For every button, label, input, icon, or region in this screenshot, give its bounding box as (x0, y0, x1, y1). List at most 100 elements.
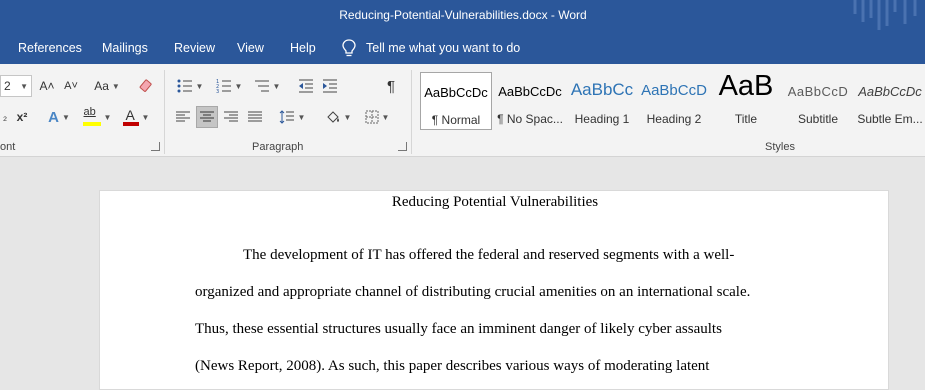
document-canvas: Reducing Potential Vulnerabilities The d… (0, 157, 925, 390)
style-subtle-emphasis[interactable]: AaBbCcDc Subtle Em... (854, 72, 925, 130)
multilevel-list-button[interactable]: ▼ (250, 75, 284, 97)
group-divider (164, 70, 165, 154)
chevron-down-icon: ▼ (234, 81, 243, 91)
tab-mailings[interactable]: Mailings (102, 41, 148, 55)
svg-text:3: 3 (216, 89, 219, 93)
text-effects-icon: A (48, 108, 59, 126)
align-left-button[interactable] (173, 106, 193, 128)
style-normal[interactable]: AaBbCcDc ¶ Normal (420, 72, 492, 130)
font-color-icon: A (122, 107, 139, 126)
bullets-icon (177, 79, 192, 93)
document-title: Reducing Potential Vulnerabilities (391, 194, 599, 210)
paragraph-line: The development of IT has offered the fe… (243, 247, 735, 263)
highlight-swatch (82, 122, 101, 126)
highlight-color-button[interactable]: ab ▼ (80, 106, 114, 128)
subscript-icon: ₂ (2, 111, 8, 123)
borders-button[interactable]: ▼ (360, 106, 394, 128)
styles-group-label: Styles (765, 141, 795, 153)
document-page[interactable]: Reducing Potential Vulnerabilities The d… (99, 190, 889, 390)
increase-indent-icon (323, 79, 337, 93)
paint-bucket-icon (326, 111, 339, 123)
shading-button[interactable]: ▼ (322, 106, 354, 128)
font-color-letter: A (125, 107, 135, 123)
chevron-down-icon: ▼ (381, 112, 390, 122)
style-heading-1[interactable]: AaBbCc Heading 1 (566, 72, 638, 130)
style-subtitle[interactable]: AaBbCcD Subtitle (782, 72, 854, 130)
style-sample: AaBbCcDc (498, 84, 562, 99)
align-right-icon (224, 111, 238, 122)
increase-indent-button[interactable] (320, 75, 340, 97)
font-color-swatch (122, 122, 139, 126)
group-divider (411, 70, 412, 154)
style-name: Heading 2 (646, 112, 702, 126)
style-name: Subtle Em... (857, 112, 923, 126)
tell-me-label: Tell me what you want to do (366, 41, 521, 55)
change-case-button[interactable]: Aa ▼ (90, 75, 124, 97)
ribbon: 2 ▼ A˄ A˅ Aa ▼ ₂ x² A ▼ ab ▼ A ▼ ont ▼ 1… (0, 64, 925, 157)
highlighter-icon: ab (82, 106, 101, 126)
tab-references[interactable]: References (18, 41, 82, 55)
line-spacing-button[interactable]: ▼ (276, 106, 308, 128)
bullets-button[interactable]: ▼ (173, 75, 207, 97)
chevron-down-icon: ▼ (20, 81, 28, 91)
chevron-down-icon: ▼ (343, 112, 352, 122)
style-sample: AaBbCcD (641, 82, 707, 99)
line-spacing-icon (279, 110, 294, 124)
paragraph-line: Thus, these essential structures usually… (195, 321, 722, 337)
decrease-indent-icon (299, 79, 313, 93)
title-bar: Reducing-Potential-Vulnerabilities.docx … (0, 0, 925, 33)
grow-font-icon: A˄ (39, 79, 55, 93)
font-group-label: ont (0, 141, 16, 153)
borders-icon (365, 110, 379, 124)
style-title[interactable]: AaB Title (710, 70, 782, 130)
multilevel-list-icon (254, 80, 269, 92)
tab-help[interactable]: Help (290, 41, 316, 55)
tab-view[interactable]: View (237, 41, 264, 55)
shrink-font-icon: A˅ (64, 80, 78, 92)
style-sample: AaBbCcDc (424, 85, 488, 100)
align-center-button[interactable] (196, 106, 218, 128)
chevron-down-icon: ▼ (297, 112, 306, 122)
eraser-icon (139, 79, 152, 92)
chevron-down-icon: ▼ (111, 81, 120, 91)
justify-icon (248, 111, 262, 122)
numbering-icon: 123 (216, 79, 231, 93)
decrease-indent-button[interactable] (296, 75, 316, 97)
style-name: ¶ No Spac... (497, 112, 563, 126)
highlighter-text: ab (83, 106, 96, 118)
superscript-button[interactable]: x² (14, 106, 30, 128)
tab-review[interactable]: Review (174, 41, 215, 55)
lightbulb-icon (342, 39, 356, 57)
align-left-icon (176, 111, 190, 122)
change-case-icon: Aa (94, 79, 109, 93)
chevron-down-icon: ▼ (272, 81, 281, 91)
font-size-box[interactable]: 2 ▼ (0, 75, 32, 97)
shrink-font-button[interactable]: A˅ (62, 75, 80, 97)
tell-me-box[interactable]: Tell me what you want to do (342, 39, 520, 57)
subscript-button[interactable]: ₂ (0, 106, 10, 128)
text-effects-button[interactable]: A ▼ (44, 106, 74, 128)
paragraph-dialog-launcher-icon[interactable] (398, 142, 407, 151)
style-heading-2[interactable]: AaBbCcD Heading 2 (638, 72, 710, 130)
superscript-icon: x² (16, 110, 28, 124)
style-name: Title (734, 112, 758, 126)
paragraph-line: organized and appropriate channel of dis… (195, 284, 751, 300)
chevron-down-icon: ▼ (195, 81, 204, 91)
font-dialog-launcher-icon[interactable] (151, 142, 160, 151)
grow-font-button[interactable]: A˄ (38, 75, 56, 97)
clear-formatting-button[interactable] (136, 75, 156, 97)
pilcrow-icon: ¶ (386, 77, 396, 95)
show-formatting-button[interactable]: ¶ (382, 75, 400, 97)
style-sample: AaBbCcD (787, 84, 849, 99)
style-sample: AaBbCc (570, 80, 634, 99)
chevron-down-icon: ▼ (141, 112, 150, 122)
paragraph-group-label: Paragraph (252, 141, 304, 153)
font-color-button[interactable]: A ▼ (120, 106, 152, 128)
align-right-button[interactable] (221, 106, 241, 128)
style-name: Heading 1 (574, 112, 630, 126)
chevron-down-icon: ▼ (103, 112, 112, 122)
justify-button[interactable] (245, 106, 265, 128)
title-bar-decoration-icon (853, 0, 917, 30)
style-no-spacing[interactable]: AaBbCcDc ¶ No Spac... (494, 72, 566, 130)
numbering-button[interactable]: 1 2 3 ▼ (212, 75, 246, 97)
